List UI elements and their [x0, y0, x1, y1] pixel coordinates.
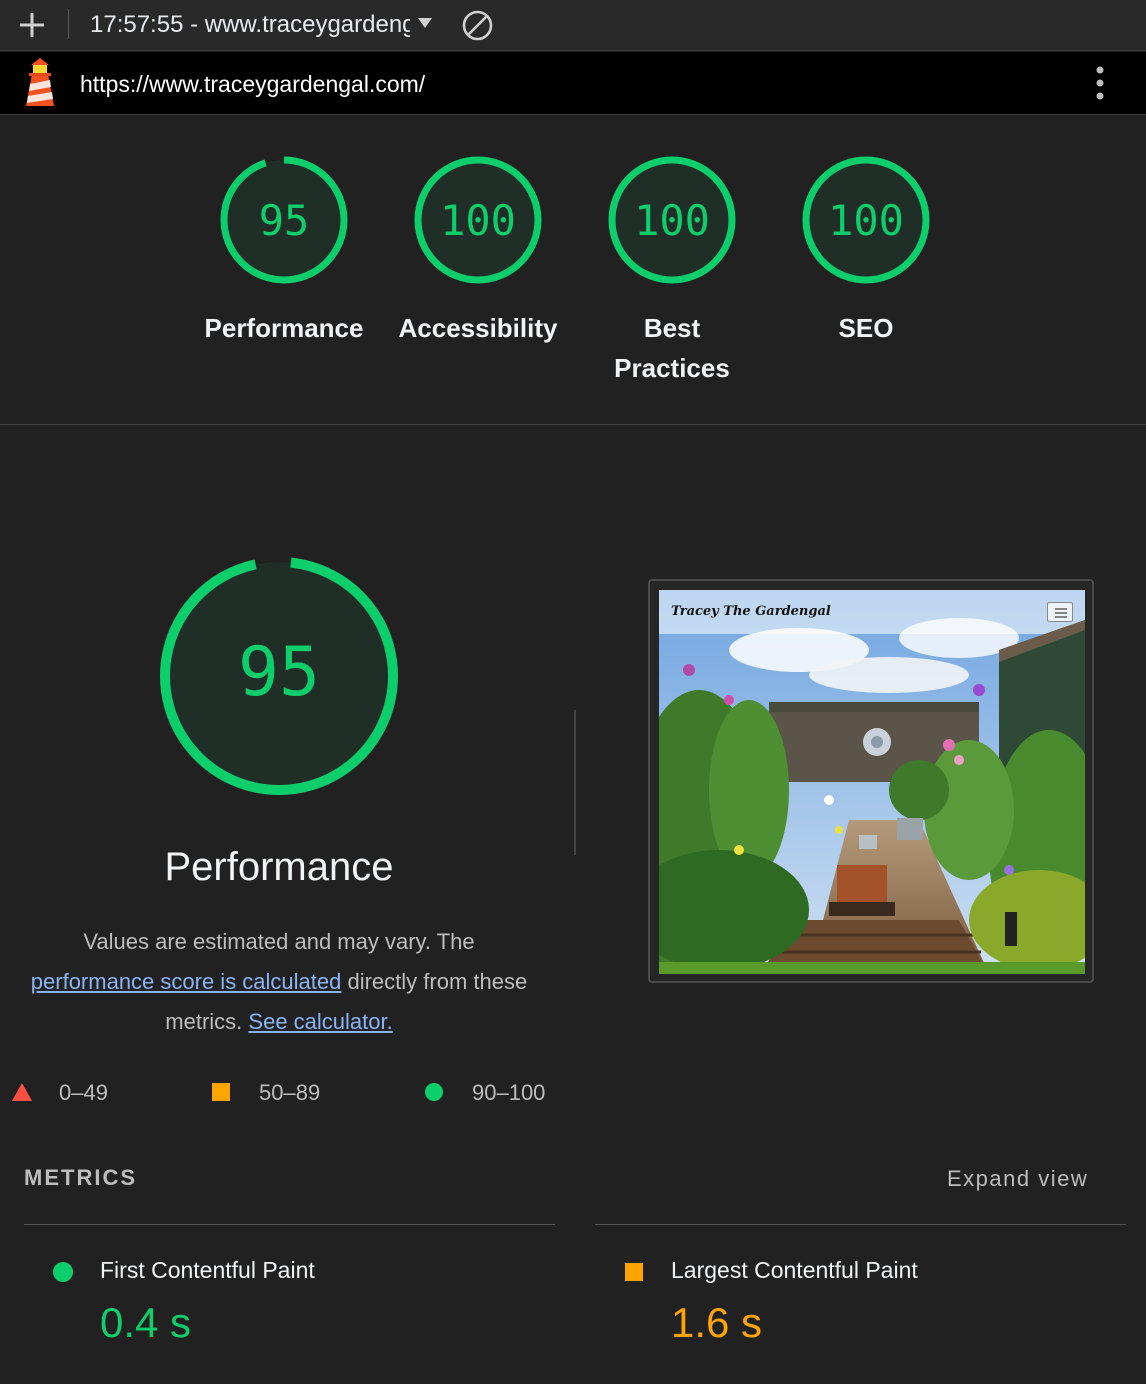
- garden-screenshot-image: Tracey The Gardengal: [659, 590, 1085, 974]
- legend-fail-range: 0–49: [59, 1080, 108, 1105]
- see-calculator-link[interactable]: See calculator.: [248, 1009, 392, 1034]
- plus-icon: [20, 13, 44, 37]
- final-screenshot[interactable]: Tracey The Gardengal: [648, 579, 1094, 983]
- gauge-label: SEO: [838, 313, 894, 343]
- score-legend: 0–49 50–89 90–100: [0, 1075, 570, 1111]
- gauge-label: Best Practices: [614, 313, 730, 383]
- gauge-performance[interactable]: 95 Performance: [194, 154, 374, 348]
- toolbar-divider: [68, 9, 69, 39]
- toolbar: 17:57:55 - www.traceygardeng: [0, 0, 1146, 51]
- hamburger-menu-icon: [1047, 602, 1073, 622]
- gauge-score: 100: [440, 196, 516, 245]
- metric-name: Largest Contentful Paint: [671, 1257, 918, 1283]
- performance-title: Performance: [164, 845, 394, 889]
- metric-largest-contentful-paint: Largest Contentful Paint 1.6 s: [595, 1224, 1126, 1384]
- gauge-seo[interactable]: 100 SEO: [776, 154, 956, 348]
- report-selector[interactable]: 17:57:55 - www.traceygardeng: [90, 11, 410, 39]
- clear-block-icon[interactable]: [461, 9, 494, 42]
- legend-pass-range: 90–100: [472, 1080, 546, 1105]
- gauge-label: Performance: [204, 313, 364, 343]
- category-gauges: 95 Performance 100 Accessibility 100 Bes…: [0, 116, 1146, 425]
- legend-average-range: 50–89: [259, 1080, 321, 1105]
- metric-name: First Contentful Paint: [100, 1257, 315, 1283]
- page-url: https://www.traceygardengal.com/: [80, 71, 426, 97]
- score-calculated-link[interactable]: performance score is calculated: [31, 969, 342, 994]
- url-bar: https://www.traceygardengal.com/: [0, 52, 1146, 115]
- pass-circle-icon: [53, 1262, 73, 1282]
- expand-view-button[interactable]: Expand view: [947, 1166, 1088, 1192]
- metric-value: 1.6 s: [671, 1299, 763, 1346]
- dropdown-caret-icon[interactable]: [416, 14, 434, 32]
- screenshot-caption: Tracey The Gardengal: [671, 604, 831, 619]
- average-square-icon: [625, 1263, 643, 1281]
- gauge-ring: 100: [802, 156, 930, 284]
- metric-value: 0.4 s: [100, 1299, 192, 1346]
- new-report-button[interactable]: [14, 8, 50, 42]
- gauge-accessibility[interactable]: 100 Accessibility: [388, 154, 568, 348]
- metric-first-contentful-paint: First Contentful Paint 0.4 s: [24, 1224, 555, 1384]
- lighthouse-logo-icon: [22, 58, 58, 108]
- pass-circle-icon: [425, 1083, 443, 1101]
- average-square-icon: [212, 1083, 230, 1101]
- metrics-heading: METRICS: [24, 1165, 137, 1190]
- performance-score: 95: [238, 633, 320, 712]
- gauge-ring: 100: [414, 156, 542, 284]
- fail-triangle-icon: [12, 1083, 32, 1101]
- gauge-score: 95: [259, 196, 310, 245]
- gauge-ring: 95: [220, 156, 348, 284]
- gauge-ring: 100: [608, 156, 736, 284]
- section-divider: [574, 710, 576, 855]
- gauge-best-practices[interactable]: 100 Best Practices: [582, 154, 762, 388]
- desc-text: Values are estimated and may vary. The: [83, 929, 475, 954]
- gauge-score: 100: [634, 196, 710, 245]
- more-options-icon[interactable]: [1088, 64, 1112, 104]
- gauge-label: Accessibility: [398, 313, 558, 343]
- performance-gauge: 95: [158, 555, 400, 797]
- performance-description: Values are estimated and may vary. The p…: [28, 922, 530, 1042]
- gauge-score: 100: [828, 196, 904, 245]
